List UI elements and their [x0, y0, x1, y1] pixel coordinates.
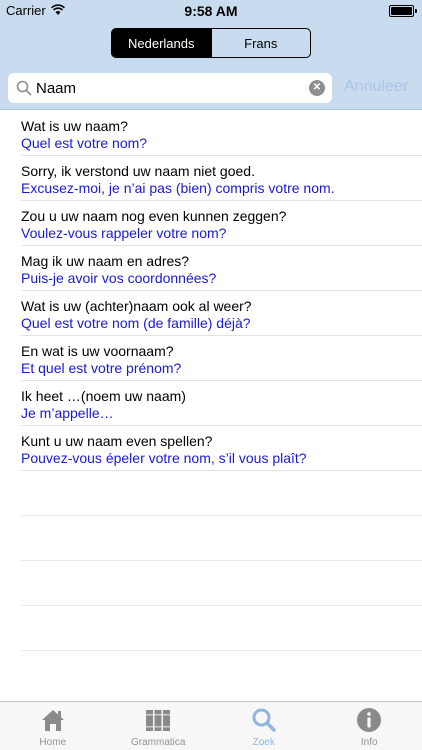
tab-label: Grammatica: [131, 737, 186, 748]
list-item[interactable]: Kunt u uw naam even spellen? Pouvez-vous…: [0, 426, 422, 471]
tab-home[interactable]: Home: [0, 702, 106, 750]
dutch-phrase: Sorry, ik verstond uw naam niet goed.: [21, 163, 255, 179]
french-translation: Pouvez-vous épeler votre nom, s’il vous …: [21, 450, 307, 466]
dutch-phrase: Zou u uw naam nog even kunnen zeggen?: [21, 208, 287, 224]
tab-label: Zoek: [252, 737, 275, 748]
tab-zoek[interactable]: Zoek: [211, 702, 317, 750]
list-item[interactable]: Wat is uw (achter)naam ook al weer? Quel…: [0, 291, 422, 336]
home-icon: [41, 710, 64, 731]
dutch-phrase: En wat is uw voornaam?: [21, 343, 174, 359]
list-item[interactable]: Ik heet …(noem uw naam) Je m’appelle…: [0, 381, 422, 426]
cancel-button[interactable]: Annuleer: [344, 78, 408, 96]
segment-frans[interactable]: Frans: [210, 29, 311, 57]
clear-icon[interactable]: ✕: [309, 80, 325, 96]
french-translation: Excusez-moi, je n’ai pas (bien) compris …: [21, 180, 335, 196]
empty-row: [0, 471, 422, 516]
list-item[interactable]: Mag ik uw naam en adres? Puis-je avoir v…: [0, 246, 422, 291]
list-item[interactable]: En wat is uw voornaam? Et quel est votre…: [0, 336, 422, 381]
search-box: ✕: [8, 73, 332, 103]
books-icon: [146, 710, 171, 731]
list-item[interactable]: Zou u uw naam nog even kunnen zeggen? Vo…: [0, 201, 422, 246]
list-item[interactable]: Wat is uw naam? Quel est votre nom?: [0, 111, 422, 156]
dutch-phrase: Mag ik uw naam en adres?: [21, 253, 190, 269]
french-translation: Voulez-vous rappeler votre nom?: [21, 225, 227, 241]
search-input[interactable]: [36, 73, 302, 103]
tab-grammatica[interactable]: Grammatica: [106, 702, 212, 750]
dutch-phrase: Wat is uw naam?: [21, 118, 128, 134]
results-list: Wat is uw naam? Quel est votre nom? Sorr…: [0, 111, 422, 651]
list-item[interactable]: Sorry, ik verstond uw naam niet goed. Ex…: [0, 156, 422, 201]
french-translation: Et quel est votre prénom?: [21, 360, 182, 376]
dutch-phrase: Wat is uw (achter)naam ook al weer?: [21, 298, 252, 314]
language-segmented-control: Nederlands Frans: [111, 28, 311, 58]
battery-icon: [389, 5, 417, 17]
tab-bar: Home Grammatica Zoek Info: [0, 701, 422, 750]
tab-label: Home: [39, 737, 67, 748]
french-translation: Quel est votre nom?: [21, 135, 148, 151]
segment-nederlands[interactable]: Nederlands: [112, 29, 211, 57]
french-translation: Puis-je avoir vos coordonnées?: [21, 270, 217, 286]
empty-row: [0, 516, 422, 561]
search-icon: [252, 708, 276, 732]
dutch-phrase: Kunt u uw naam even spellen?: [21, 433, 213, 449]
empty-row: [0, 606, 422, 651]
status-time: 9:58 AM: [184, 3, 238, 19]
tab-label: Info: [360, 737, 378, 748]
french-translation: Quel est votre nom (de famille) déjà?: [21, 315, 251, 331]
french-translation: Je m’appelle…: [21, 405, 114, 421]
empty-row: [0, 561, 422, 606]
status-bar: Carrier 9:58 AM: [0, 0, 422, 22]
info-icon: [357, 708, 382, 732]
dutch-phrase: Ik heet …(noem uw naam): [21, 388, 186, 404]
search-icon: [16, 80, 32, 96]
nav-bar: Nederlands Frans: [0, 22, 422, 66]
search-bar: ✕ Annuleer: [0, 66, 422, 110]
tab-info[interactable]: Info: [317, 702, 422, 750]
